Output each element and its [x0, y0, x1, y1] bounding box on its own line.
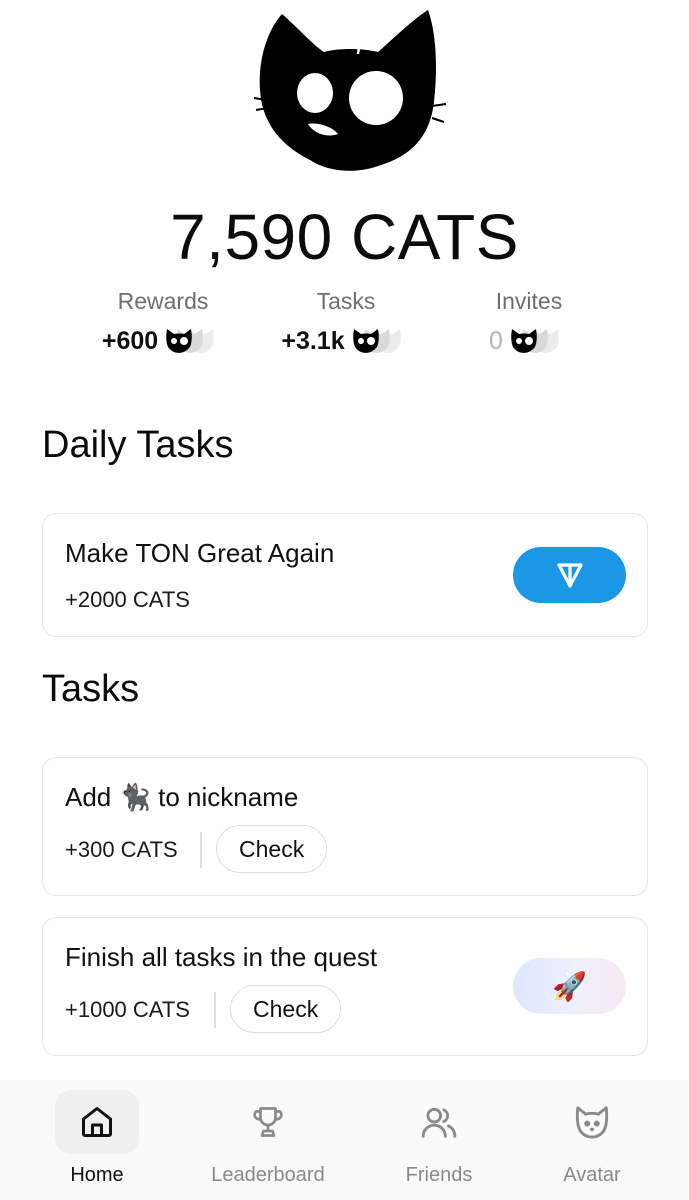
cat-icon — [575, 1106, 609, 1139]
balance-total: 7,590 CATS — [170, 201, 519, 273]
stat-value: +3.1k — [281, 326, 345, 355]
quest-button[interactable]: 🚀 — [513, 958, 626, 1014]
nav-item-avatar[interactable]: Avatar — [506, 1090, 678, 1190]
avatar-stack-icon — [351, 326, 411, 356]
stat-tasks: Tasks +3.1k — [261, 288, 431, 356]
friends-icon — [421, 1107, 457, 1138]
avatar-stack-icon — [164, 326, 224, 356]
task-card: Finish all tasks in the quest +1000 CATS… — [42, 917, 648, 1056]
task-title: Make TON Great Again — [65, 538, 335, 568]
task-title: Add 🐈‍⬛ to nickname — [65, 782, 299, 812]
divider — [214, 992, 216, 1028]
nav-label: Leaderboard — [211, 1164, 325, 1186]
avatar-stack-icon — [509, 326, 569, 356]
check-button[interactable]: Check — [230, 985, 342, 1033]
task-reward: +1000 CATS — [65, 997, 190, 1022]
stat-rewards: Rewards +600 — [78, 288, 248, 356]
trophy-icon — [253, 1107, 283, 1137]
stat-value: 0 — [489, 326, 503, 355]
check-button[interactable]: Check — [216, 825, 328, 873]
divider — [200, 832, 202, 868]
nav-label: Friends — [405, 1164, 473, 1186]
bottom-nav: Home Leaderboard Friends Avatar — [0, 1080, 689, 1200]
task-reward: +2000 CATS — [65, 587, 190, 612]
rocket-icon: 🚀 — [552, 970, 587, 1002]
stat-label: Tasks — [316, 288, 376, 314]
home-icon — [82, 1107, 112, 1137]
ton-task-button[interactable] — [513, 547, 626, 603]
daily-task-card[interactable]: Make TON Great Again +2000 CATS — [42, 513, 648, 637]
task-title: Finish all tasks in the quest — [65, 942, 378, 972]
stat-invites: Invites 0 — [444, 288, 614, 356]
tasks-heading: Tasks — [42, 668, 140, 710]
stats-row: Rewards +600 Tasks +3.1k Invites 0 — [78, 288, 614, 356]
nav-item-leaderboard[interactable]: Leaderboard — [182, 1090, 354, 1190]
nav-item-friends[interactable]: Friends — [353, 1090, 525, 1190]
stat-label: Rewards — [117, 288, 209, 314]
nav-label: Avatar — [563, 1164, 621, 1186]
stat-label: Invites — [495, 288, 563, 314]
black-cat-emoji: 🐈‍⬛ — [118, 782, 151, 812]
cats-logo-icon: f — [253, 10, 447, 171]
task-card: Add 🐈‍⬛ to nickname +300 CATS Check — [42, 757, 648, 896]
stat-value: +600 — [101, 326, 159, 355]
nav-item-home[interactable]: Home — [11, 1090, 183, 1190]
task-reward: +300 CATS — [65, 837, 178, 862]
daily-tasks-heading: Daily Tasks — [42, 424, 234, 466]
ton-icon — [556, 563, 583, 588]
nav-label: Home — [70, 1164, 124, 1186]
